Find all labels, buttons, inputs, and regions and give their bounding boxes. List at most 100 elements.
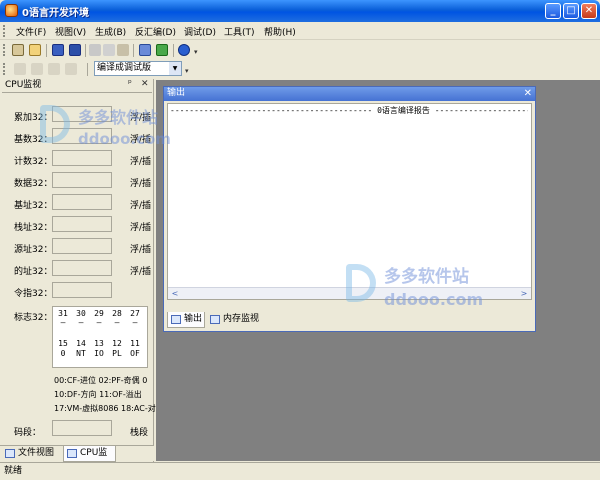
flag-bit-number: 28 (112, 309, 122, 318)
flags-label: 标志32： (14, 313, 53, 323)
output-icon (171, 315, 181, 324)
build-mode-value: 编译成调试版 (97, 63, 152, 73)
register-label-eip: 令指32： (14, 289, 53, 299)
register-float-edx: 浮/插 (130, 179, 152, 189)
watermark-text: 多多软件站 (384, 267, 469, 287)
flag-bit-value: NT (76, 349, 86, 358)
menu-view[interactable]: 视图(V) (55, 25, 86, 38)
toolbar-grip[interactable] (3, 44, 6, 56)
run-icon[interactable] (65, 63, 77, 75)
close-button[interactable]: ✕ (581, 3, 597, 19)
flags-legend-line: 00:CF-进位 02:PF-奇偶 0 (54, 376, 148, 385)
menu-file[interactable]: 文件(F) (16, 25, 46, 38)
minimize-button[interactable]: _ (545, 3, 561, 19)
debug-toolbar: 编译成调试版 ▼ ▾ (0, 59, 600, 79)
flag-bit-value: — (132, 318, 138, 327)
tab-memory-monitor[interactable]: 内存监视 (207, 312, 263, 328)
code-segment-value (52, 420, 112, 436)
tab-file-view[interactable]: 文件视图 (2, 446, 62, 462)
status-text: 就绪 (4, 466, 23, 476)
flag-bit-value: IO (94, 349, 104, 358)
menu-help[interactable]: 帮助(H) (264, 25, 296, 38)
scroll-left-icon[interactable]: < (169, 288, 181, 299)
compile-report-header: ----------------------------------------… (170, 106, 528, 115)
step-over-icon[interactable] (31, 63, 43, 75)
standard-toolbar: ▾ (0, 40, 600, 60)
tab-file-view-label: 文件视图 (18, 448, 55, 458)
watermark-text: 多多软件站 (78, 108, 159, 127)
flag-bit-value: — (60, 318, 66, 327)
build-icon[interactable] (156, 44, 168, 56)
menu-grip[interactable] (3, 25, 6, 37)
save-all-icon[interactable] (69, 44, 81, 56)
flag-bit-number: 31 (58, 309, 68, 318)
open-folder-icon[interactable] (29, 44, 41, 56)
cpu-monitor-icon (67, 449, 77, 458)
register-value-esp (52, 216, 112, 232)
flags-grid: 31 30 29 28 27 — — — — — 15 14 13 12 11 … (52, 306, 148, 368)
toolbar-separator (46, 44, 47, 57)
toolbar-overflow-icon[interactable]: ▾ (194, 48, 198, 56)
chevron-down-icon[interactable]: ▼ (169, 62, 181, 75)
stack-segment-label: 栈段 (130, 428, 149, 438)
register-float-esi: 浮/插 (130, 245, 152, 255)
menu-build[interactable]: 生成(B) (95, 25, 126, 38)
build-mode-select[interactable]: 编译成调试版 ▼ (94, 61, 182, 76)
maximize-button[interactable]: □ (563, 3, 579, 19)
menu-disassemble[interactable]: 反汇编(D) (135, 25, 176, 38)
flag-bit-number: 30 (76, 309, 86, 318)
scroll-right-icon[interactable]: > (518, 288, 530, 299)
output-title-bar[interactable]: 输出 ✕ (164, 87, 535, 101)
flag-bit-number: 29 (94, 309, 104, 318)
register-value-eip (52, 282, 112, 298)
copy-icon[interactable] (103, 44, 115, 56)
memory-monitor-icon (210, 315, 220, 324)
flags-legend-line: 17:VM-虚拟8086 18:AC-对 (54, 404, 156, 413)
output-title: 输出 (167, 88, 186, 98)
flag-bit-number: 15 (58, 339, 68, 348)
toolbar-separator (87, 63, 88, 76)
register-value-edx (52, 172, 112, 188)
flag-bit-value: — (96, 318, 102, 327)
grid-icon[interactable] (139, 44, 151, 56)
cut-icon[interactable] (89, 44, 101, 56)
menu-debug[interactable]: 调试(D) (184, 25, 216, 38)
register-float-ebp: 浮/插 (130, 201, 152, 211)
flag-bit-value: — (114, 318, 120, 327)
flag-bit-number: 12 (112, 339, 122, 348)
register-float-esp: 浮/插 (130, 223, 152, 233)
tab-output-label: 输出 (184, 314, 203, 324)
left-panel-tabs: 文件视图 CPU监视 (0, 445, 154, 473)
watermark-url: ddooo.com (78, 130, 171, 148)
tab-cpu-monitor[interactable]: CPU监视 (63, 446, 116, 473)
register-label-esi: 源址32： (14, 245, 53, 255)
flag-bit-number: 14 (76, 339, 86, 348)
toolbar-overflow-icon[interactable]: ▾ (185, 67, 189, 75)
menu-tools[interactable]: 工具(T) (224, 25, 255, 38)
register-value-ecx (52, 150, 112, 166)
flag-bit-number: 27 (130, 309, 140, 318)
close-icon[interactable]: ✕ (141, 79, 149, 89)
watermark-url: ddooo.com (384, 290, 484, 309)
toolbar-grip[interactable] (3, 63, 6, 75)
toolbar-separator (133, 44, 134, 57)
register-value-edi (52, 260, 112, 276)
tab-output[interactable]: 输出 (167, 312, 205, 328)
app-icon[interactable] (5, 4, 18, 17)
register-label-edx: 数据32： (14, 179, 53, 189)
close-icon[interactable]: ✕ (524, 87, 532, 100)
flag-bit-value: PL (112, 349, 122, 358)
register-label-edi: 的址32： (14, 267, 53, 277)
flag-bit-number: 11 (130, 339, 140, 348)
paste-icon[interactable] (117, 44, 129, 56)
save-icon[interactable] (52, 44, 64, 56)
flags-legend-line: 10:DF-方向 11:OF-溢出 (54, 390, 142, 399)
step-out-icon[interactable] (48, 63, 60, 75)
step-into-icon[interactable] (14, 63, 26, 75)
flag-bit-number: 13 (94, 339, 104, 348)
pin-icon[interactable]: ᵖ (128, 79, 132, 89)
help-icon[interactable] (178, 44, 190, 56)
new-file-icon[interactable] (12, 44, 24, 56)
flag-bit-value: 0 (60, 349, 66, 358)
output-tabs: 输出 内存监视 (167, 312, 532, 328)
